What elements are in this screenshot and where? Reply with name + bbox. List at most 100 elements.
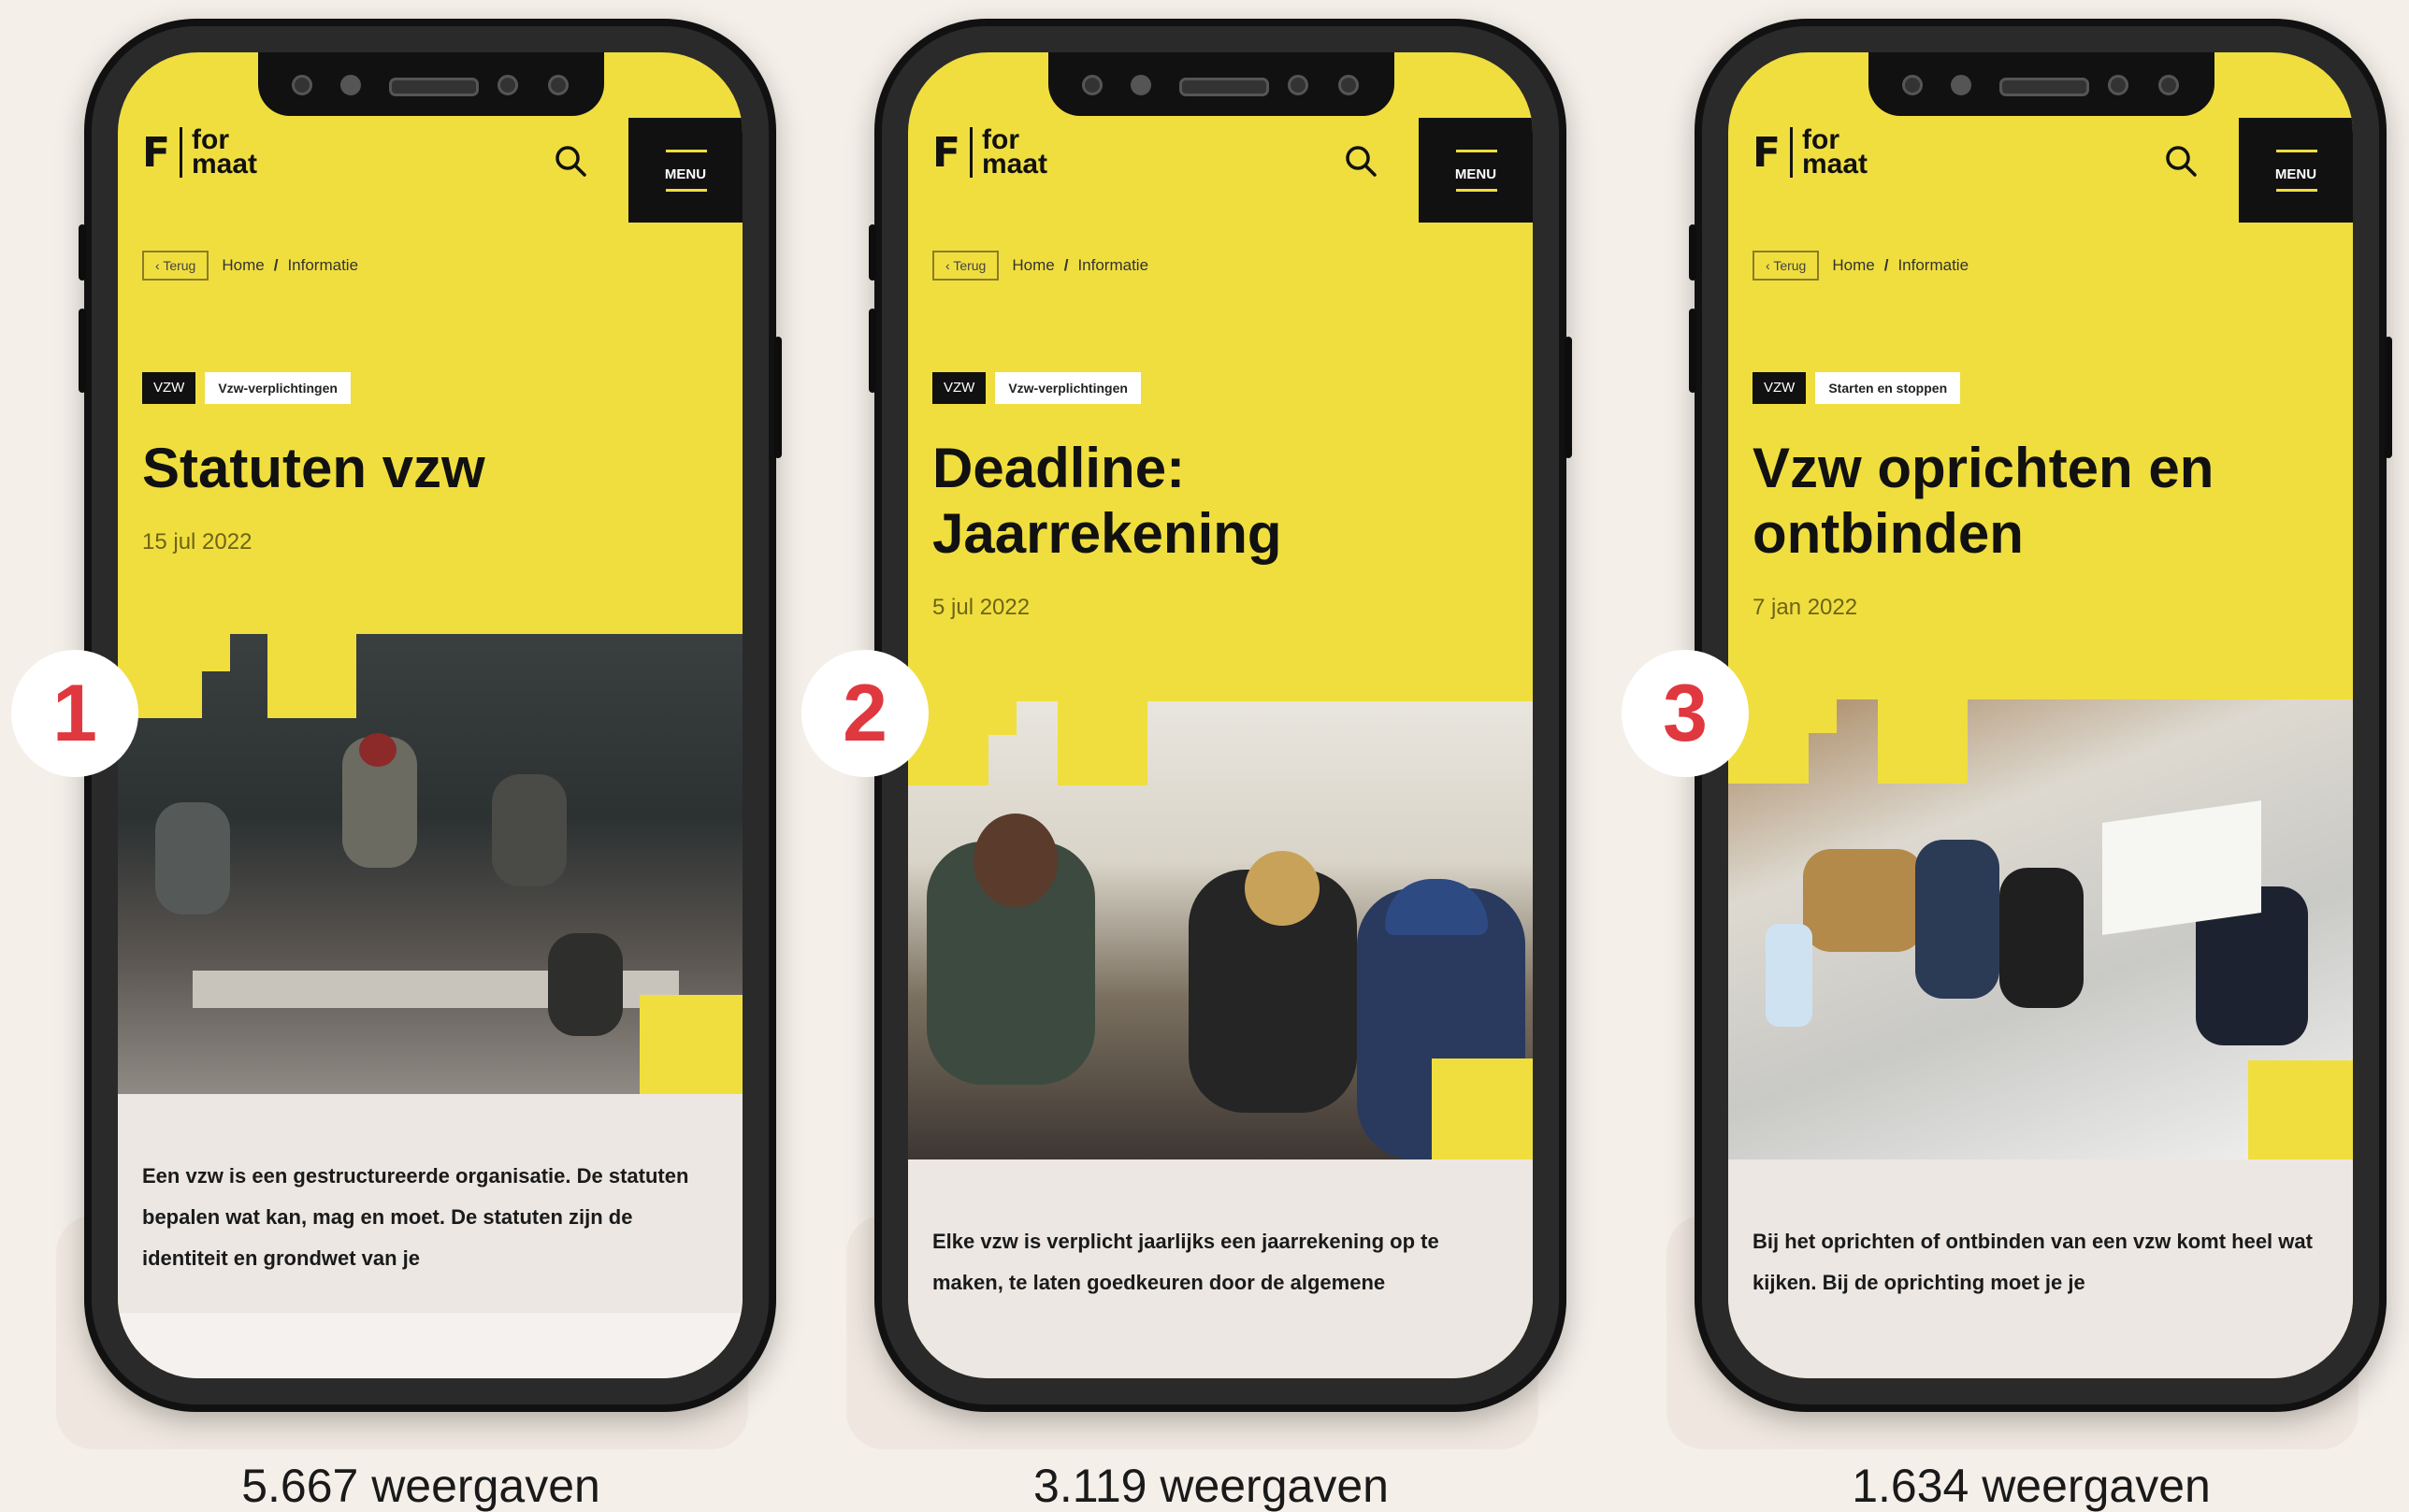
photo-cutout [202,634,230,671]
logo-wordmark: for maat [982,126,1048,180]
tag-list: VZW Vzw-verplichtingen [932,372,1141,404]
site-logo[interactable]: F for maat [142,126,258,180]
camera-dot [498,75,518,95]
photo-cutout [1432,1058,1533,1159]
camera-dot [1338,75,1359,95]
menu-button[interactable]: MENU [1419,118,1533,223]
tag-category[interactable]: VZW [142,372,196,404]
menu-icon [666,150,707,152]
menu-icon-line [2276,189,2317,192]
breadcrumb-separator: / [1063,256,1069,274]
photo-cutout [2248,1060,2353,1159]
photo-cap [1385,879,1488,935]
phone-screen: F for maat MENU ‹ Terug Home / Informati… [1728,52,2353,1378]
photo-cutout [988,701,1017,735]
menu-icon [2276,150,2317,152]
logo-line-2: maat [192,149,258,180]
camera-dot [2108,75,2128,95]
logo-divider [1790,127,1793,178]
menu-icon-line [1456,189,1497,192]
back-button[interactable]: ‹ Terug [142,251,209,281]
phone-side-button [79,309,86,393]
logo-mark: F [142,128,171,177]
rank-badge: 3 [1622,650,1749,777]
tag-subcategory[interactable]: Vzw-verplichtingen [205,372,351,404]
rank-badge: 1 [11,650,138,777]
back-button[interactable]: ‹ Terug [1753,251,1820,281]
comparison-stage: F for maat MENU ‹ Terug Home / Informati… [0,0,2409,1512]
search-icon[interactable] [554,144,587,178]
phone-notch [1868,52,2214,116]
phone-screen: F for maat MENU ‹ Terug Home / Informati… [118,52,743,1378]
speaker-grille [1179,78,1269,96]
article-body: Elke vzw is verplicht jaarlijks een jaar… [908,1159,1533,1378]
back-button[interactable]: ‹ Terug [932,251,1000,281]
breadcrumb-separator: / [1883,256,1889,274]
menu-button[interactable]: MENU [628,118,743,223]
breadcrumb-home[interactable]: Home [222,256,264,275]
camera-dot [1951,75,1971,95]
speaker-grille [1999,78,2089,96]
photo-person [492,774,567,886]
phone-side-button [869,224,876,281]
logo-line-2: maat [1802,149,1868,180]
camera-dot [548,75,569,95]
phone-screen: F for maat MENU ‹ Terug Home / Informati… [908,52,1533,1378]
breadcrumb-current[interactable]: Informatie [1077,256,1148,275]
photo-cutout [1878,699,1968,784]
site-logo[interactable]: F for maat [1753,126,1868,180]
camera-dot [292,75,312,95]
phone-frame: F for maat MENU ‹ Terug Home / Informati… [1689,19,2392,1412]
menu-label: MENU [1454,166,1497,182]
view-count: 3.119 weergaven [1033,1460,1389,1512]
article-date: 7 jan 2022 [1753,595,1858,620]
camera-dot [340,75,361,95]
article-body: Bij het oprichten of ontbinden van een v… [1728,1159,2353,1378]
article-photo [1728,699,2353,1159]
tag-subcategory[interactable]: Starten en stoppen [1815,372,1961,404]
article-body: Een vzw is een gestructureerde organisat… [118,1094,743,1378]
phone-side-button [2385,337,2392,458]
view-count: 1.634 weergaven [1852,1460,2211,1512]
content-fade [118,1313,743,1378]
site-logo[interactable]: F for maat [932,126,1048,180]
article-card-1: F for maat MENU ‹ Terug Home / Informati… [11,0,804,1512]
photo-hair [974,814,1058,907]
breadcrumb-home[interactable]: Home [1832,256,1874,275]
article-card-3: F for maat MENU ‹ Terug Home / Informati… [1622,0,2409,1512]
camera-dot [1288,75,1308,95]
article-intro: Een vzw is een gestructureerde organisat… [142,1164,689,1270]
breadcrumb-home[interactable]: Home [1012,256,1054,275]
back-label: Terug [953,258,987,273]
breadcrumb-current[interactable]: Informatie [287,256,358,275]
tag-list: VZW Starten en stoppen [1753,372,1961,404]
tag-category[interactable]: VZW [932,372,987,404]
tag-subcategory[interactable]: Vzw-verplichtingen [995,372,1141,404]
article-title: Vzw oprichten en ontbinden [1753,437,2214,565]
phone-side-button [869,309,876,393]
article-photo [908,701,1533,1159]
logo-divider [970,127,973,178]
article-title: Statuten vzw [142,437,485,499]
camera-dot [2158,75,2179,95]
photo-cutout [640,995,743,1094]
breadcrumb-separator: / [273,256,279,274]
search-icon[interactable] [1344,144,1378,178]
back-label: Terug [163,258,196,273]
speaker-grille [389,78,479,96]
camera-dot [1131,75,1151,95]
camera-dot [1082,75,1103,95]
tag-list: VZW Vzw-verplichtingen [142,372,351,404]
search-icon[interactable] [2164,144,2198,178]
article-intro: Bij het oprichten of ontbinden van een v… [1753,1230,2313,1294]
logo-wordmark: for maat [192,126,258,180]
logo-line-2: maat [982,149,1048,180]
camera-dot [1902,75,1923,95]
menu-button[interactable]: MENU [2239,118,2353,223]
logo-mark: F [1753,128,1782,177]
tag-category[interactable]: VZW [1753,372,1807,404]
menu-icon-line [666,189,707,192]
phone-side-button [79,224,86,281]
photo-person [548,933,623,1036]
breadcrumb-current[interactable]: Informatie [1897,256,1969,275]
